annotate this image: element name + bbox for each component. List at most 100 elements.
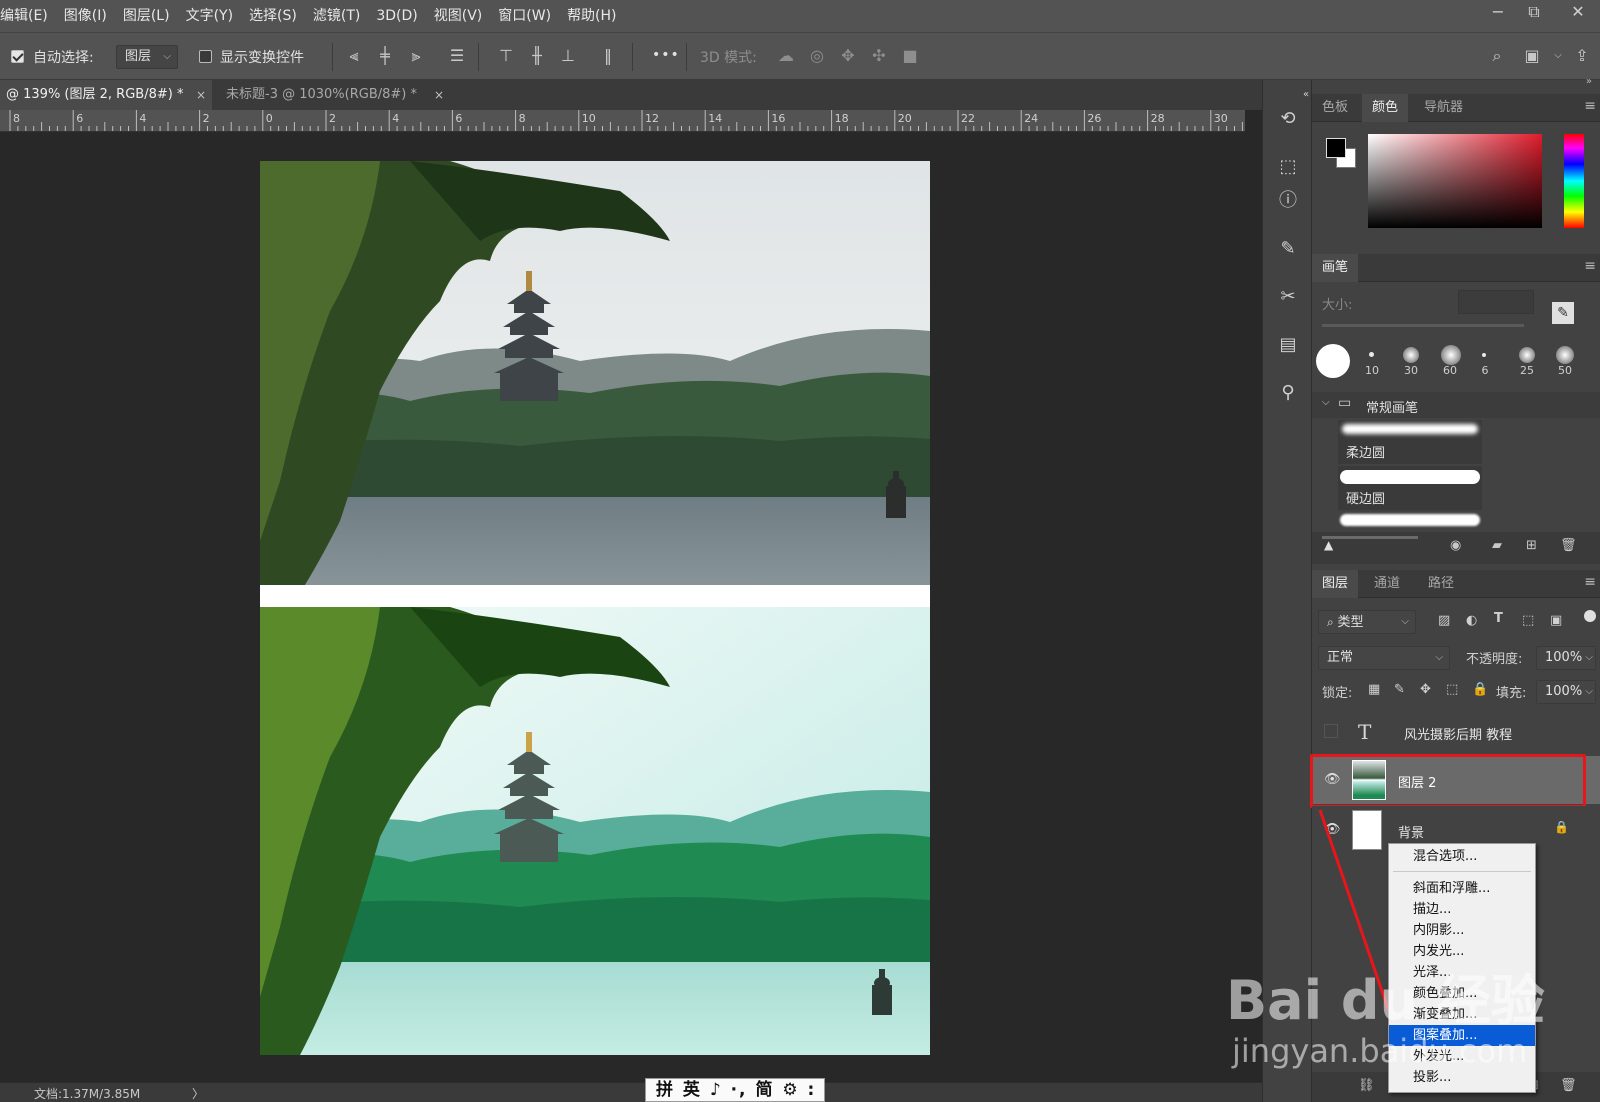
- 3d-camera-icon[interactable]: ■: [898, 44, 922, 68]
- share-icon[interactable]: ⇪: [1570, 44, 1594, 68]
- show-transform-checkbox[interactable]: [199, 50, 212, 63]
- trash-icon[interactable]: 🗑: [1560, 1078, 1577, 1093]
- brush-preset-10[interactable]: [1369, 352, 1374, 357]
- tab-brush[interactable]: 画笔: [1312, 254, 1359, 282]
- new-folder-icon[interactable]: ▰: [1492, 538, 1502, 553]
- layer-row-text[interactable]: T 风光摄影后期 教程: [1312, 708, 1600, 756]
- tab-channels[interactable]: 通道: [1364, 570, 1410, 598]
- brush-size-slider[interactable]: [1322, 324, 1524, 327]
- clone-source-icon[interactable]: ⚲: [1275, 380, 1301, 406]
- lock-transparent-icon[interactable]: ▦: [1368, 682, 1380, 697]
- tab-navigator[interactable]: 导航器: [1414, 94, 1473, 122]
- link-layers-icon[interactable]: ⛓: [1358, 1078, 1375, 1093]
- align-vcenter-icon[interactable]: ╫: [525, 44, 549, 68]
- menu-view[interactable]: 视图(V): [426, 0, 491, 32]
- menu-help[interactable]: 帮助(H): [559, 0, 624, 32]
- menu-item-blending-options[interactable]: 混合选项...: [1389, 846, 1535, 867]
- menu-item-stroke[interactable]: 描边...: [1389, 899, 1535, 920]
- 3d-panel-icon[interactable]: ⬚: [1275, 154, 1301, 180]
- filter-toggle-icon[interactable]: [1584, 610, 1596, 622]
- opacity-input[interactable]: 100% ⌵: [1536, 646, 1596, 670]
- menu-layer[interactable]: 图层(L): [115, 0, 178, 32]
- lock-paint-icon[interactable]: ✎: [1394, 682, 1405, 697]
- lock-position-icon[interactable]: ✥: [1420, 682, 1431, 697]
- menu-item-inner-shadow[interactable]: 内阴影...: [1389, 920, 1535, 941]
- color-picker-field[interactable]: [1368, 134, 1542, 228]
- panel-menu-icon[interactable]: ≡: [1584, 574, 1596, 590]
- filter-image-icon[interactable]: ▨: [1438, 613, 1450, 628]
- menu-item-drop-shadow[interactable]: 投影...: [1389, 1067, 1535, 1088]
- panel-menu-icon[interactable]: ≡: [1584, 98, 1596, 114]
- auto-select-target-dropdown[interactable]: 图层 ⌵: [116, 45, 178, 69]
- fill-input[interactable]: 100% ⌵: [1536, 680, 1596, 704]
- close-window-button[interactable]: ✕: [1560, 0, 1596, 26]
- brush-preview-slider[interactable]: [1322, 536, 1418, 539]
- expand-icon[interactable]: »: [1586, 76, 1592, 87]
- brush-edit-icon[interactable]: ✎: [1552, 302, 1574, 324]
- new-brush-icon[interactable]: ⊞: [1526, 538, 1537, 553]
- visibility-toggle-off[interactable]: [1324, 724, 1338, 738]
- 3d-pan-icon[interactable]: ✥: [836, 44, 860, 68]
- menu-select[interactable]: 选择(S): [241, 0, 305, 32]
- tab-document-2[interactable]: 未标题-3 @ 1030%(RGB/8#) * ×: [220, 80, 450, 110]
- restore-button[interactable]: ⧉: [1516, 0, 1552, 26]
- filter-shape-icon[interactable]: ⬚: [1522, 613, 1534, 628]
- align-top-icon[interactable]: ⊤: [494, 44, 518, 68]
- chevron-down-icon[interactable]: ⌵: [1546, 44, 1570, 68]
- hue-slider[interactable]: [1564, 134, 1584, 228]
- close-tab-button[interactable]: ×: [434, 80, 444, 110]
- close-tab-button[interactable]: ×: [196, 80, 206, 110]
- distribute-vertical-icon[interactable]: ‖: [596, 44, 620, 68]
- 3d-slide-icon[interactable]: ✣: [867, 44, 891, 68]
- align-right-icon[interactable]: ⫸: [404, 44, 428, 68]
- tab-swatches[interactable]: 色板: [1312, 94, 1358, 122]
- more-options-button[interactable]: •••: [652, 47, 680, 63]
- tab-layers[interactable]: 图层: [1312, 570, 1359, 598]
- brush-preset-6[interactable]: [1482, 353, 1486, 357]
- filter-adjustment-icon[interactable]: ◐: [1466, 613, 1477, 628]
- document-canvas[interactable]: [260, 161, 930, 1055]
- paragraph-icon[interactable]: ▤: [1275, 332, 1301, 358]
- auto-select-checkbox[interactable]: [11, 50, 24, 63]
- brush-item-soft-round[interactable]: 柔边圆: [1338, 420, 1482, 464]
- brush-preset-30[interactable]: [1403, 347, 1419, 363]
- filter-smart-object-icon[interactable]: ▣: [1550, 613, 1562, 628]
- status-menu-arrow[interactable]: 〉: [192, 1085, 204, 1102]
- tool-presets-icon[interactable]: ✂: [1275, 284, 1301, 310]
- trash-icon[interactable]: 🗑: [1560, 538, 1577, 553]
- menu-image[interactable]: 图像(I): [56, 0, 115, 32]
- history-icon[interactable]: ⟲: [1275, 106, 1301, 132]
- ime-toolbar[interactable]: 拼 英 ♪ ·, 简 ⚙ :: [645, 1078, 825, 1102]
- brush-group-row[interactable]: ⌵ ▭ 常规画笔: [1312, 392, 1600, 418]
- lock-artboard-icon[interactable]: ⬚: [1446, 682, 1458, 697]
- tab-color[interactable]: 颜色: [1362, 94, 1409, 122]
- brush-preset-large[interactable]: [1316, 344, 1350, 378]
- menu-type[interactable]: 文字(Y): [178, 0, 241, 32]
- menu-3d[interactable]: 3D(D): [368, 0, 425, 32]
- layer-filter-dropdown[interactable]: ⌕ 类型 ⌵: [1318, 610, 1416, 634]
- distribute-horizontal-icon[interactable]: ☰: [445, 44, 469, 68]
- brush-preset-50[interactable]: [1556, 346, 1574, 364]
- brush-item-stroke-preview[interactable]: [1340, 514, 1480, 526]
- align-bottom-icon[interactable]: ⊥: [556, 44, 580, 68]
- foreground-color-swatch-top[interactable]: [1326, 138, 1346, 158]
- menu-window[interactable]: 窗口(W): [490, 0, 559, 32]
- info-icon[interactable]: ⓘ: [1275, 188, 1301, 214]
- brush-settings-icon[interactable]: ✎: [1275, 236, 1301, 262]
- search-icon[interactable]: ⌕: [1485, 44, 1509, 68]
- brush-preset-25[interactable]: [1519, 347, 1535, 363]
- mountain-small-icon[interactable]: ▲: [1324, 538, 1333, 552]
- brush-size-input[interactable]: [1458, 290, 1534, 314]
- filter-type-icon[interactable]: T: [1494, 611, 1503, 626]
- menu-item-bevel-emboss[interactable]: 斜面和浮雕...: [1389, 878, 1535, 899]
- tab-document-1[interactable]: @ 139% (图层 2, RGB/8#) * ×: [0, 80, 212, 110]
- minimize-button[interactable]: −: [1480, 0, 1516, 26]
- toggle-visibility-icon[interactable]: ◉: [1450, 538, 1461, 553]
- brush-item-hard-round[interactable]: 硬边圆: [1338, 466, 1482, 510]
- menu-edit[interactable]: 编辑(E): [0, 0, 56, 32]
- menu-filter[interactable]: 滤镜(T): [305, 0, 368, 32]
- tab-paths[interactable]: 路径: [1418, 570, 1464, 598]
- brush-preset-60[interactable]: [1441, 345, 1461, 365]
- blend-mode-dropdown[interactable]: 正常 ⌵: [1318, 646, 1450, 670]
- 3d-orbit-icon[interactable]: ☁: [774, 44, 798, 68]
